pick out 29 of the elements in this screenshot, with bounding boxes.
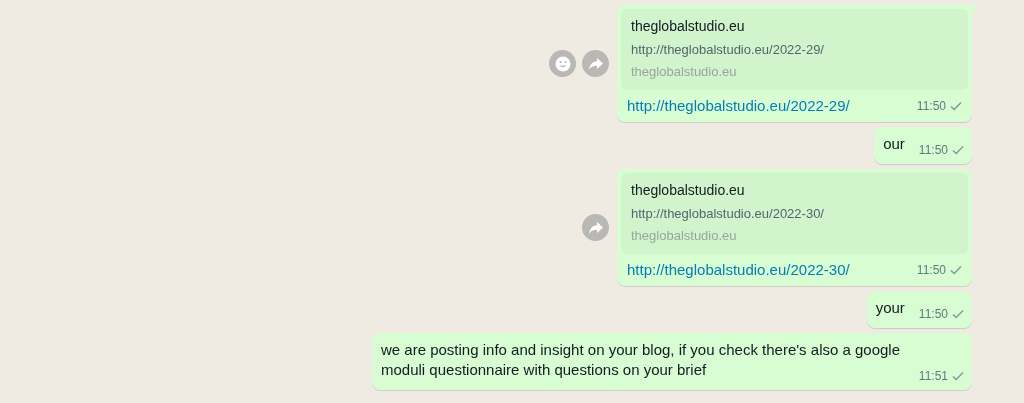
preview-domain: theglobalstudio.eu (631, 63, 738, 81)
preview-domain: theglobalstudio.eu (631, 227, 738, 245)
message-time: 11:50 (916, 262, 946, 279)
link-preview-card[interactable]: theglobalstudio.eu http://theglobalstudio.eu/2022-30/ theglobalstudio.eu (621, 173, 968, 254)
sent-check-icon (952, 145, 964, 155)
preview-url: http://theglobalstudio.eu/2022-29/ (631, 41, 825, 59)
sent-check-icon (950, 101, 962, 111)
preview-title: theglobalstudio.eu (631, 181, 746, 200)
message-text: we are posting info and insight on your blog, if you check there's also a google moduli questionnaire with questions on your brief (381, 340, 902, 380)
preview-title: theglobalstudio.eu (631, 17, 746, 36)
message-link[interactable]: http://theglobalstudio.eu/2022-30/ (627, 260, 850, 280)
sent-check-icon (952, 309, 964, 319)
message-time: 11:50 (916, 98, 946, 115)
emoji-react-button[interactable] (549, 50, 576, 77)
link-preview-card[interactable]: theglobalstudio.eu http://theglobalstudio.eu/2022-29/ theglobalstudio.eu (621, 9, 968, 90)
forward-arrow-icon (587, 56, 604, 71)
forward-button[interactable] (582, 50, 609, 77)
message-time: 11:51 (918, 368, 948, 385)
forward-button[interactable] (582, 214, 609, 241)
smiley-icon (554, 55, 571, 72)
message-time: 11:50 (918, 306, 948, 323)
message-link[interactable]: http://theglobalstudio.eu/2022-29/ (627, 96, 850, 116)
sent-check-icon (952, 371, 964, 381)
preview-url: http://theglobalstudio.eu/2022-30/ (631, 205, 825, 223)
sent-check-icon (950, 265, 962, 275)
message-time: 11:50 (918, 142, 948, 159)
forward-arrow-icon (587, 220, 604, 235)
message-text: our (883, 134, 905, 154)
message-text: your (875, 298, 905, 318)
